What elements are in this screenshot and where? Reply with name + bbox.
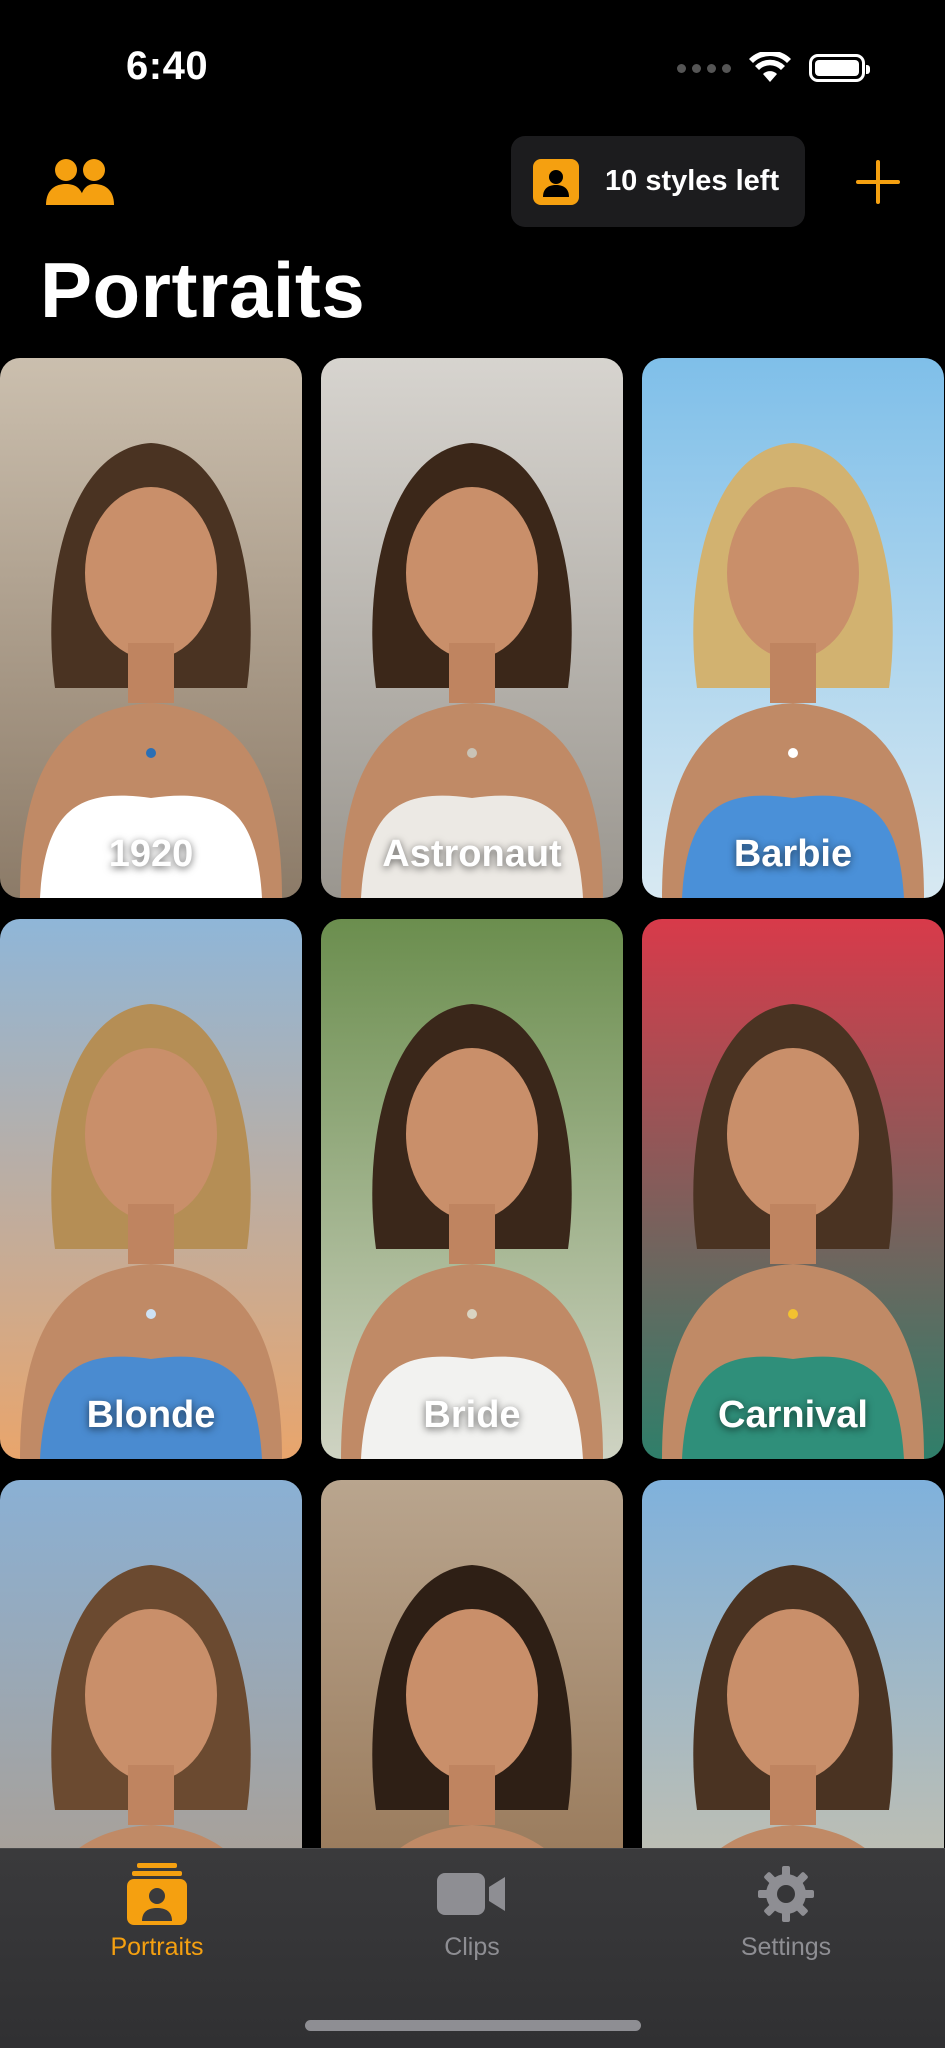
add-button[interactable] bbox=[852, 156, 904, 208]
people-button[interactable] bbox=[42, 152, 118, 212]
portrait-image bbox=[642, 358, 944, 898]
battery-icon bbox=[809, 54, 870, 82]
status-icons bbox=[677, 52, 870, 84]
portrait-card-label: Astronaut bbox=[382, 833, 562, 875]
home-indicator bbox=[305, 2020, 641, 2031]
portrait-card-label: Barbie bbox=[733, 833, 853, 875]
cellular-signal-icon bbox=[677, 63, 731, 73]
portrait-card[interactable]: Blonde bbox=[0, 919, 302, 1459]
wifi-icon bbox=[749, 52, 791, 82]
status-time: 6:40 bbox=[126, 44, 209, 88]
page-title: Portraits bbox=[40, 246, 366, 334]
tab-clips[interactable]: Clips bbox=[372, 1859, 572, 1979]
app-screen: 6:40 10 styles left Portraits 1920 Astro… bbox=[0, 0, 945, 2048]
portrait-card[interactable]: Bride bbox=[321, 919, 623, 1459]
portrait-card-label: Blonde bbox=[86, 1394, 216, 1436]
people-icon bbox=[46, 159, 114, 205]
portrait-card[interactable]: Carnival bbox=[642, 919, 944, 1459]
video-camera-icon bbox=[437, 1873, 505, 1915]
portrait-image bbox=[321, 358, 623, 898]
styles-left-button[interactable]: 10 styles left bbox=[511, 136, 805, 227]
portrait-image bbox=[0, 358, 302, 898]
portrait-image bbox=[642, 919, 944, 1459]
tab-portraits-label: Portraits bbox=[110, 1933, 204, 1961]
portrait-card[interactable]: Barbie bbox=[642, 358, 944, 898]
portrait-image bbox=[321, 919, 623, 1459]
portrait-card[interactable]: Astronaut bbox=[321, 358, 623, 898]
tab-clips-label: Clips bbox=[444, 1933, 500, 1961]
portrait-badge-icon bbox=[533, 158, 579, 205]
styles-left-label: 10 styles left bbox=[605, 165, 780, 197]
tab-settings-label: Settings bbox=[740, 1933, 832, 1961]
portrait-icon bbox=[127, 1863, 187, 1925]
gear-icon bbox=[758, 1866, 814, 1922]
plus-icon bbox=[856, 160, 900, 204]
portrait-card-label: Bride bbox=[423, 1394, 521, 1436]
portrait-card-label: Carnival bbox=[718, 1394, 868, 1436]
tab-settings[interactable]: Settings bbox=[686, 1859, 886, 1979]
tab-portraits[interactable]: Portraits bbox=[57, 1859, 257, 1979]
portrait-card-label: 1920 bbox=[108, 833, 194, 875]
tab-bar: Portraits Clips Settings bbox=[0, 1848, 945, 2048]
portrait-card[interactable]: 1920 bbox=[0, 358, 302, 898]
portrait-image bbox=[0, 919, 302, 1459]
